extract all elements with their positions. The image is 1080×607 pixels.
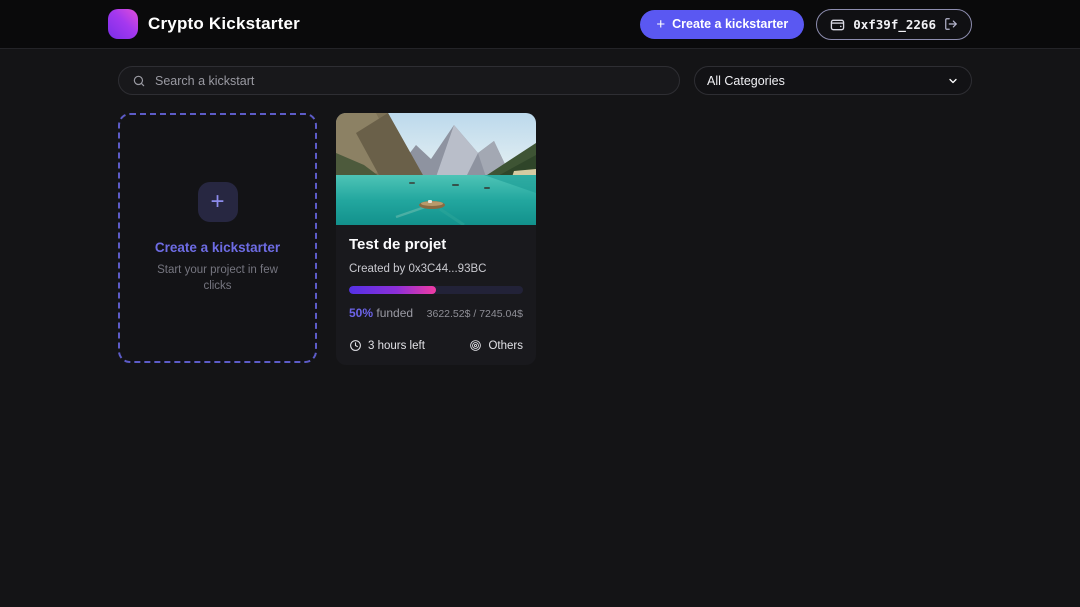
create-kickstarter-card[interactable]: + Create a kickstarter Start your projec…: [118, 113, 317, 363]
project-creator: Created by 0x3C44...93BC: [349, 263, 523, 275]
time-left: 3 hours left: [349, 339, 425, 352]
funded-label: 50% funded: [349, 306, 413, 320]
target-icon: [469, 339, 482, 352]
filter-bar: All Categories: [118, 66, 972, 95]
plus-icon: +: [656, 17, 665, 32]
header-actions: + Create a kickstarter 0xf39f_2266: [640, 9, 972, 40]
brand: Crypto Kickstarter: [108, 9, 300, 39]
chevron-down-icon: [947, 75, 959, 87]
create-kickstarter-button[interactable]: + Create a kickstarter: [640, 10, 804, 39]
app-logo-icon: [108, 9, 138, 39]
clock-icon: [349, 339, 362, 352]
app-title: Crypto Kickstarter: [148, 14, 300, 34]
logout-icon[interactable]: [944, 17, 958, 31]
header: Crypto Kickstarter + Create a kickstarte…: [0, 0, 1080, 49]
create-card-title[interactable]: Create a kickstarter: [155, 240, 280, 255]
project-category-label: Others: [488, 340, 523, 352]
wallet-address: 0xf39f_2266: [853, 17, 936, 32]
category-select-value: All Categories: [707, 74, 785, 88]
progress-bar: [349, 286, 523, 294]
funded-row: 50% funded 3622.52$ / 7245.04$: [349, 306, 523, 320]
wallet-button[interactable]: 0xf39f_2266: [816, 9, 972, 40]
funded-percent: 50%: [349, 306, 373, 320]
create-card-subtitle: Start your project in few clicks: [154, 263, 282, 294]
kickstarter-grid: + Create a kickstarter Start your projec…: [118, 113, 972, 365]
funded-word: funded: [373, 306, 413, 320]
plus-icon: +: [198, 182, 238, 222]
search-input[interactable]: [155, 74, 666, 88]
project-meta-row: 3 hours left Others: [349, 339, 523, 352]
category-select[interactable]: All Categories: [694, 66, 972, 95]
project-title: Test de projet: [349, 236, 523, 253]
progress-bar-fill: [349, 286, 436, 294]
time-left-label: 3 hours left: [368, 340, 425, 352]
project-body: Test de projet Created by 0x3C44...93BC …: [336, 225, 536, 365]
project-category: Others: [469, 339, 523, 352]
wallet-icon: [830, 17, 845, 32]
search-box[interactable]: [118, 66, 680, 95]
project-card[interactable]: Test de projet Created by 0x3C44...93BC …: [336, 113, 536, 365]
create-kickstarter-button-label: Create a kickstarter: [672, 17, 788, 31]
funded-amounts: 3622.52$ / 7245.04$: [427, 308, 523, 320]
plus-glyph: +: [210, 188, 224, 216]
project-cover-image: [336, 113, 536, 225]
search-icon: [132, 74, 146, 88]
